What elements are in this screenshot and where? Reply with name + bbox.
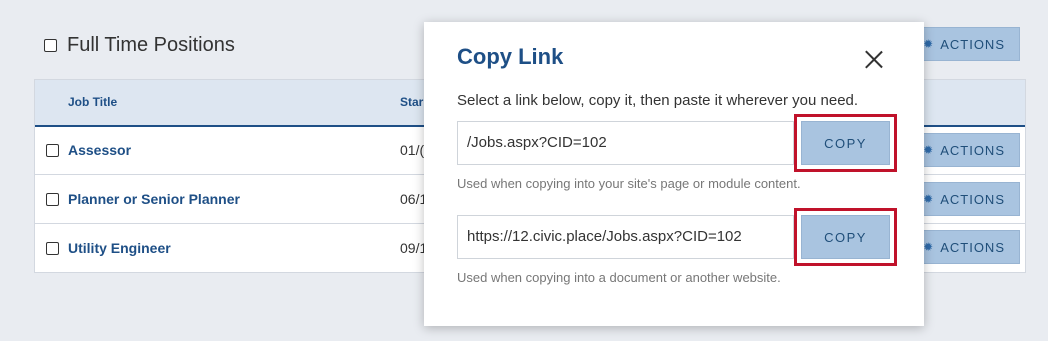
copy-highlight: COPY — [794, 208, 897, 266]
select-all-checkbox[interactable] — [44, 39, 57, 52]
gear-icon: ✹ — [923, 192, 935, 206]
actions-label: ACTIONS — [940, 239, 1005, 255]
absolute-link-hint: Used when copying into a document or ano… — [457, 270, 781, 285]
row-actions-button[interactable]: ✹ ACTIONS — [922, 182, 1020, 216]
row-actions-button[interactable]: ✹ ACTIONS — [922, 133, 1020, 167]
job-title-link[interactable]: Assessor — [68, 142, 131, 158]
dialog-instructions: Select a link below, copy it, then paste… — [457, 92, 859, 109]
actions-label: ACTIONS — [940, 142, 1005, 158]
close-icon[interactable] — [865, 50, 883, 68]
page-title: Full Time Positions — [67, 34, 235, 56]
absolute-link-field[interactable]: https://12.civic.place/Jobs.aspx?CID=102 — [457, 215, 794, 259]
relative-link-field[interactable]: /Jobs.aspx?CID=102 — [457, 121, 794, 165]
copy-absolute-link-button[interactable]: COPY — [801, 215, 890, 259]
column-header-start[interactable]: Star — [400, 95, 423, 109]
relative-link-hint: Used when copying into your site's page … — [457, 176, 801, 191]
actions-label: ACTIONS — [940, 191, 1005, 207]
gear-icon: ✹ — [923, 240, 935, 254]
row-actions-button[interactable]: ✹ ACTIONS — [922, 230, 1020, 264]
header-actions-button[interactable]: ✹ ACTIONS — [922, 27, 1020, 61]
row-checkbox[interactable] — [46, 242, 59, 255]
actions-label: ACTIONS — [940, 36, 1005, 52]
start-date: 01/( — [400, 142, 425, 158]
page-header: Full Time Positions — [44, 34, 235, 57]
job-title-link[interactable]: Planner or Senior Planner — [68, 191, 240, 207]
job-title-link[interactable]: Utility Engineer — [68, 240, 171, 256]
copy-highlight: COPY — [794, 114, 897, 172]
copy-relative-link-button[interactable]: COPY — [801, 121, 890, 165]
dialog-title: Copy Link — [457, 44, 564, 69]
gear-icon: ✹ — [923, 143, 935, 157]
column-header-job-title[interactable]: Job Title — [68, 95, 117, 109]
gear-icon: ✹ — [923, 37, 935, 51]
copy-link-dialog: Copy Link Select a link below, copy it, … — [424, 22, 924, 326]
row-checkbox[interactable] — [46, 193, 59, 206]
row-checkbox[interactable] — [46, 144, 59, 157]
